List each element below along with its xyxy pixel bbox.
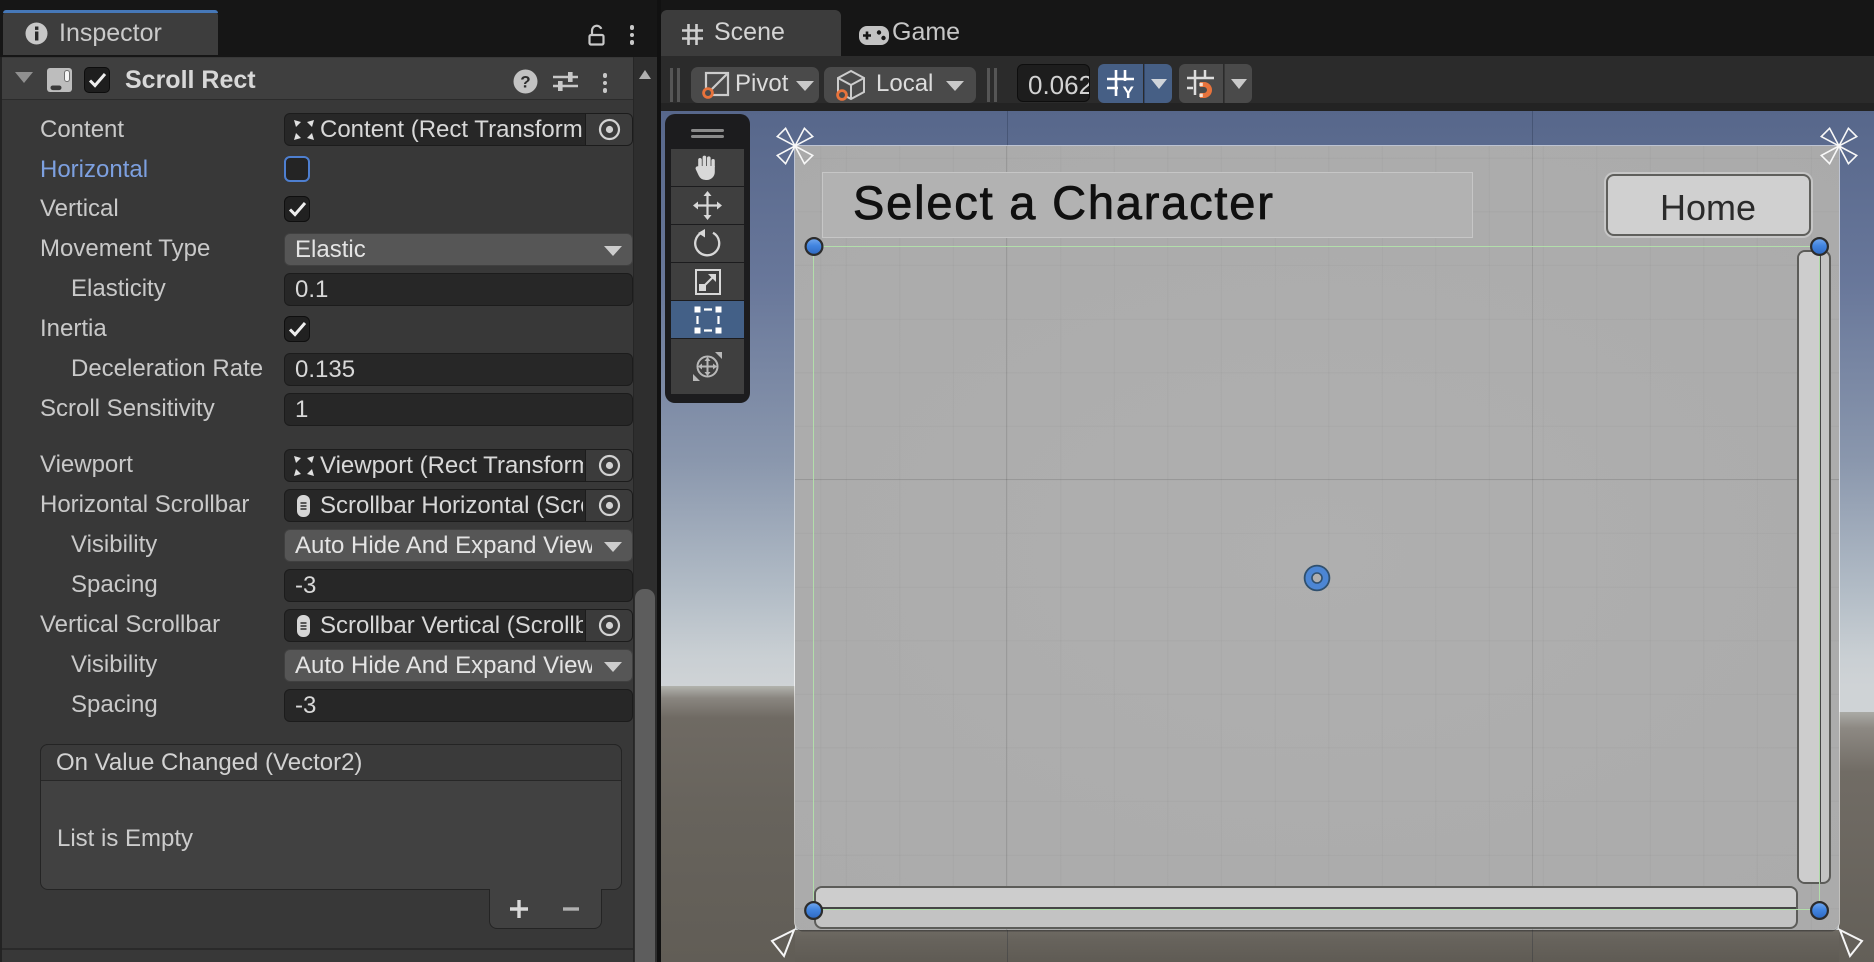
svg-text:?: ? xyxy=(520,73,530,92)
svg-text:Y: Y xyxy=(1123,83,1135,99)
